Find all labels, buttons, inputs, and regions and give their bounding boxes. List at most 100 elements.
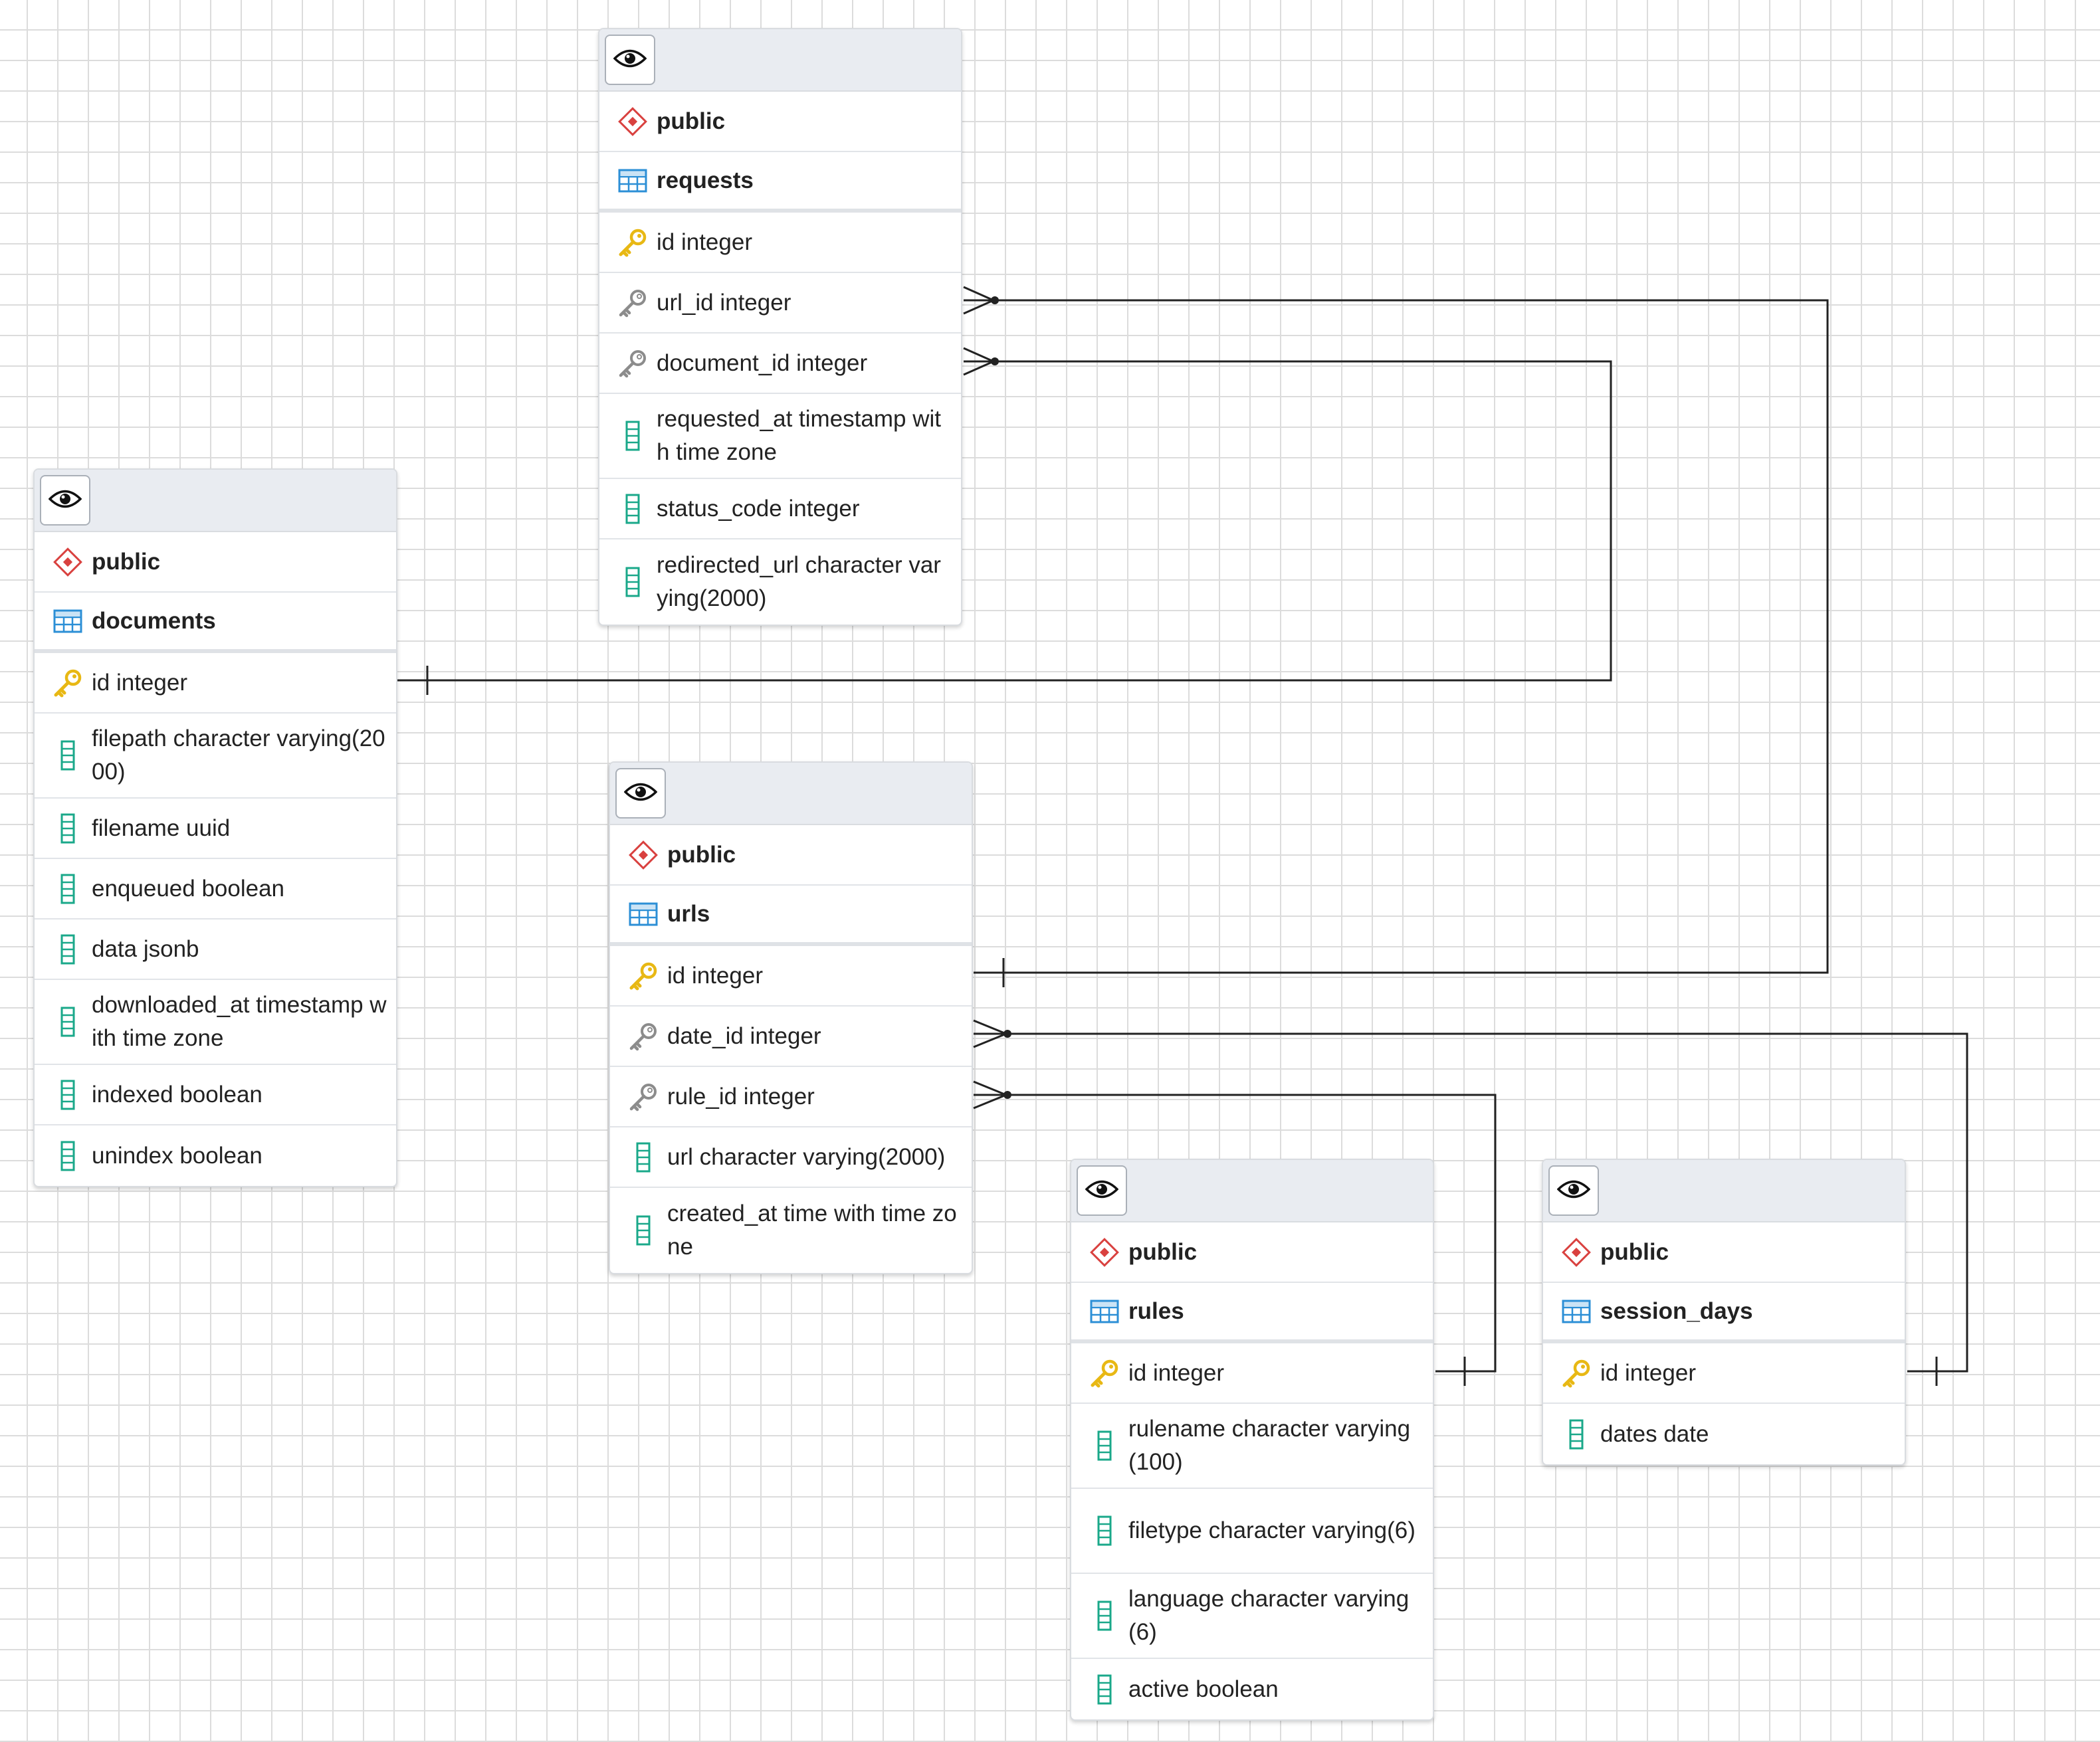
table-header — [1071, 1160, 1433, 1222]
column-icon — [51, 932, 85, 967]
column-row-filetype[interactable]: filetype character varying(6) — [1071, 1489, 1433, 1574]
column-row-document-id[interactable]: document_id integer — [599, 334, 961, 394]
toggle-visibility-button[interactable] — [1077, 1165, 1127, 1216]
eye-icon — [48, 489, 82, 512]
column-row-rulename-label: rulename character varying(100) — [1128, 1416, 1411, 1475]
table-name[interactable]: urls — [610, 886, 972, 946]
column-row-requested-at[interactable]: requested_at timestamp with time zone — [599, 394, 961, 479]
column-row-id-label: id integer — [92, 669, 187, 696]
schema-name[interactable]: public — [35, 532, 396, 593]
table-header — [599, 29, 961, 92]
column-row-enqueued[interactable]: enqueued boolean — [35, 859, 396, 919]
toggle-visibility-button[interactable] — [1548, 1165, 1599, 1216]
column-icon — [626, 1140, 661, 1175]
column-row-id[interactable]: id integer — [35, 653, 396, 714]
table-name-label: session_days — [1600, 1298, 1753, 1324]
column-row-id[interactable]: id integer — [610, 946, 972, 1007]
column-icon — [51, 1078, 85, 1112]
schema-icon — [615, 104, 650, 139]
table-name-label: urls — [667, 900, 710, 927]
column-row-created-at-label: created_at time with time zone — [667, 1201, 957, 1260]
table-name[interactable]: session_days — [1543, 1283, 1905, 1343]
toggle-visibility-button[interactable] — [615, 768, 666, 819]
table-header — [610, 763, 972, 825]
schema-name[interactable]: public — [1071, 1222, 1433, 1283]
table-name[interactable]: rules — [1071, 1283, 1433, 1343]
eye-icon — [1085, 1179, 1119, 1203]
column-row-id[interactable]: id integer — [599, 213, 961, 273]
column-row-requested-at-label: requested_at timestamp with time zone — [657, 406, 941, 465]
column-icon — [1087, 1513, 1122, 1548]
column-row-url-id-label: url_id integer — [657, 289, 791, 316]
schema-name-label: public — [92, 548, 161, 575]
column-row-rule-id[interactable]: rule_id integer — [610, 1067, 972, 1127]
column-row-id-label: id integer — [657, 229, 752, 255]
table-icon — [1559, 1294, 1594, 1329]
table-card-urls[interactable]: public urls id integer date_id integer rule_… — [609, 761, 973, 1274]
column-row-rulename[interactable]: rulename character varying(100) — [1071, 1404, 1433, 1489]
column-row-date-id-label: date_id integer — [667, 1022, 821, 1049]
schema-icon — [51, 545, 85, 579]
toggle-visibility-button[interactable] — [605, 35, 655, 85]
schema-icon — [1559, 1235, 1594, 1270]
column-icon — [51, 738, 85, 773]
column-row-data[interactable]: data jsonb — [35, 919, 396, 980]
table-name-label: rules — [1128, 1298, 1184, 1324]
column-row-unindex[interactable]: unindex boolean — [35, 1125, 396, 1186]
table-card-documents[interactable]: public documents id integer filepath charac… — [33, 468, 397, 1187]
column-row-status-code-label: status_code integer — [657, 495, 860, 522]
column-row-dates[interactable]: dates date — [1543, 1404, 1905, 1464]
column-row-downloaded-at-label: downloaded_at timestamp with time zone — [92, 992, 387, 1051]
link-join-dots — [991, 296, 1011, 1099]
table-header — [1543, 1160, 1905, 1222]
column-row-id-label: id integer — [1128, 1359, 1224, 1386]
column-icon — [615, 565, 650, 599]
column-row-filepath[interactable]: filepath character varying(2000) — [35, 714, 396, 799]
column-row-created-at[interactable]: created_at time with time zone — [610, 1188, 972, 1273]
link-requests-url-id-to-urls-id[interactable] — [963, 286, 1829, 987]
schema-name[interactable]: public — [1543, 1222, 1905, 1283]
table-name[interactable]: requests — [599, 152, 961, 213]
column-row-document-id-label: document_id integer — [657, 349, 868, 376]
column-icon — [626, 1213, 661, 1248]
table-name[interactable]: documents — [35, 593, 396, 653]
column-icon — [1087, 1672, 1122, 1707]
schema-name-label: public — [667, 841, 736, 868]
primary-key-icon — [51, 666, 85, 700]
schema-name[interactable]: public — [599, 92, 961, 152]
schema-name[interactable]: public — [610, 825, 972, 886]
table-icon — [615, 163, 650, 198]
table-card-requests[interactable]: public requests id integer url_id integer do… — [598, 28, 962, 626]
column-row-indexed-label: indexed boolean — [92, 1081, 262, 1108]
column-row-rule-id-label: rule_id integer — [667, 1083, 815, 1110]
table-icon — [1087, 1294, 1122, 1329]
column-row-url[interactable]: url character varying(2000) — [610, 1127, 972, 1188]
table-name-label: documents — [92, 607, 216, 634]
column-row-indexed[interactable]: indexed boolean — [35, 1065, 396, 1125]
column-row-url-label: url character varying(2000) — [667, 1143, 946, 1170]
column-row-status-code[interactable]: status_code integer — [599, 479, 961, 539]
column-row-active[interactable]: active boolean — [1071, 1659, 1433, 1719]
column-icon — [51, 872, 85, 906]
column-row-language[interactable]: language character varying(6) — [1071, 1574, 1433, 1659]
table-card-rules[interactable]: public rules id integer rulename character … — [1070, 1159, 1434, 1721]
table-card-session-days[interactable]: public session_daysid integer dates date — [1542, 1159, 1906, 1466]
column-row-id[interactable]: id integer — [1543, 1343, 1905, 1404]
column-row-unindex-label: unindex boolean — [92, 1142, 262, 1169]
schema-name-label: public — [657, 108, 726, 134]
column-row-data-label: data jsonb — [92, 935, 199, 962]
column-row-redirected-url[interactable]: redirected_url character varying(2000) — [599, 539, 961, 625]
link-requests-document-id-to-documents-id[interactable] — [397, 347, 1612, 695]
column-row-filename[interactable]: filename uuid — [35, 799, 396, 859]
column-icon — [1087, 1598, 1122, 1633]
foreign-key-icon — [626, 1019, 661, 1054]
column-icon — [51, 1005, 85, 1039]
column-row-id[interactable]: id integer — [1071, 1343, 1433, 1404]
toggle-visibility-button[interactable] — [40, 475, 90, 526]
schema-name-label: public — [1600, 1238, 1669, 1265]
column-row-date-id[interactable]: date_id integer — [610, 1007, 972, 1067]
table-icon — [51, 604, 85, 638]
column-row-downloaded-at[interactable]: downloaded_at timestamp with time zone — [35, 980, 396, 1065]
column-icon — [51, 811, 85, 846]
column-row-url-id[interactable]: url_id integer — [599, 273, 961, 334]
